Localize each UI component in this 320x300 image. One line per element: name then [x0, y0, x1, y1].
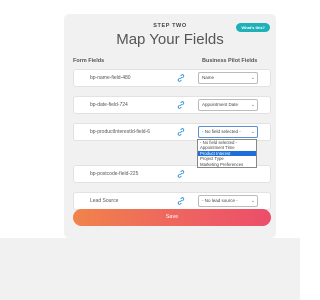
selected-value: - No field selected -	[202, 129, 241, 134]
selected-value: Appointment Date	[202, 102, 239, 107]
form-field-label: bp-productInterestId-field-6	[90, 129, 151, 135]
chevron-down-icon: ⌄	[250, 102, 255, 108]
whats-this-button[interactable]: What's this?	[236, 23, 270, 32]
form-field-label: bp-date-field-724	[90, 102, 128, 108]
form-field-label: bp-postcode-field-225	[90, 171, 139, 177]
save-button[interactable]: Save	[73, 209, 271, 226]
link-icon	[177, 128, 185, 136]
page-title: Map Your Fields	[116, 31, 224, 48]
link-icon	[177, 170, 185, 178]
mapping-row: bp-name-field-480 Name ⌄	[73, 69, 271, 87]
business-field-select[interactable]: - No field selected - ⌄	[198, 126, 258, 138]
link-icon	[177, 101, 185, 109]
mapping-row: Lead Source - No lead source - ⌄	[73, 192, 271, 210]
chevron-down-icon: ⌄	[250, 129, 255, 135]
page-footer-band	[0, 238, 300, 300]
selected-value: - No lead source -	[202, 198, 238, 203]
selected-value: Name	[202, 75, 215, 80]
business-pilot-fields-header: Business Pilot Fields	[202, 58, 258, 64]
field-options-list: - No field selected - Appointment Time P…	[197, 139, 257, 168]
business-field-select[interactable]: Name ⌄	[198, 72, 258, 84]
form-field-label: Lead Source	[90, 198, 119, 204]
form-field-label: bp-name-field-480	[90, 75, 131, 81]
link-icon	[177, 74, 185, 82]
form-fields-header: Form Fields	[73, 58, 105, 64]
mapping-row: bp-date-field-724 Appointment Date ⌄	[73, 96, 271, 114]
chevron-down-icon: ⌄	[250, 75, 255, 81]
chevron-down-icon: ⌄	[250, 198, 255, 204]
lead-source-select[interactable]: - No lead source - ⌄	[198, 195, 258, 207]
dropdown-option[interactable]: Marketing Preferences	[198, 162, 256, 167]
business-field-select[interactable]: Appointment Date ⌄	[198, 99, 258, 111]
link-icon	[177, 197, 185, 205]
map-fields-card: STEP TWO Map Your Fields What's this? Fo…	[64, 14, 276, 238]
